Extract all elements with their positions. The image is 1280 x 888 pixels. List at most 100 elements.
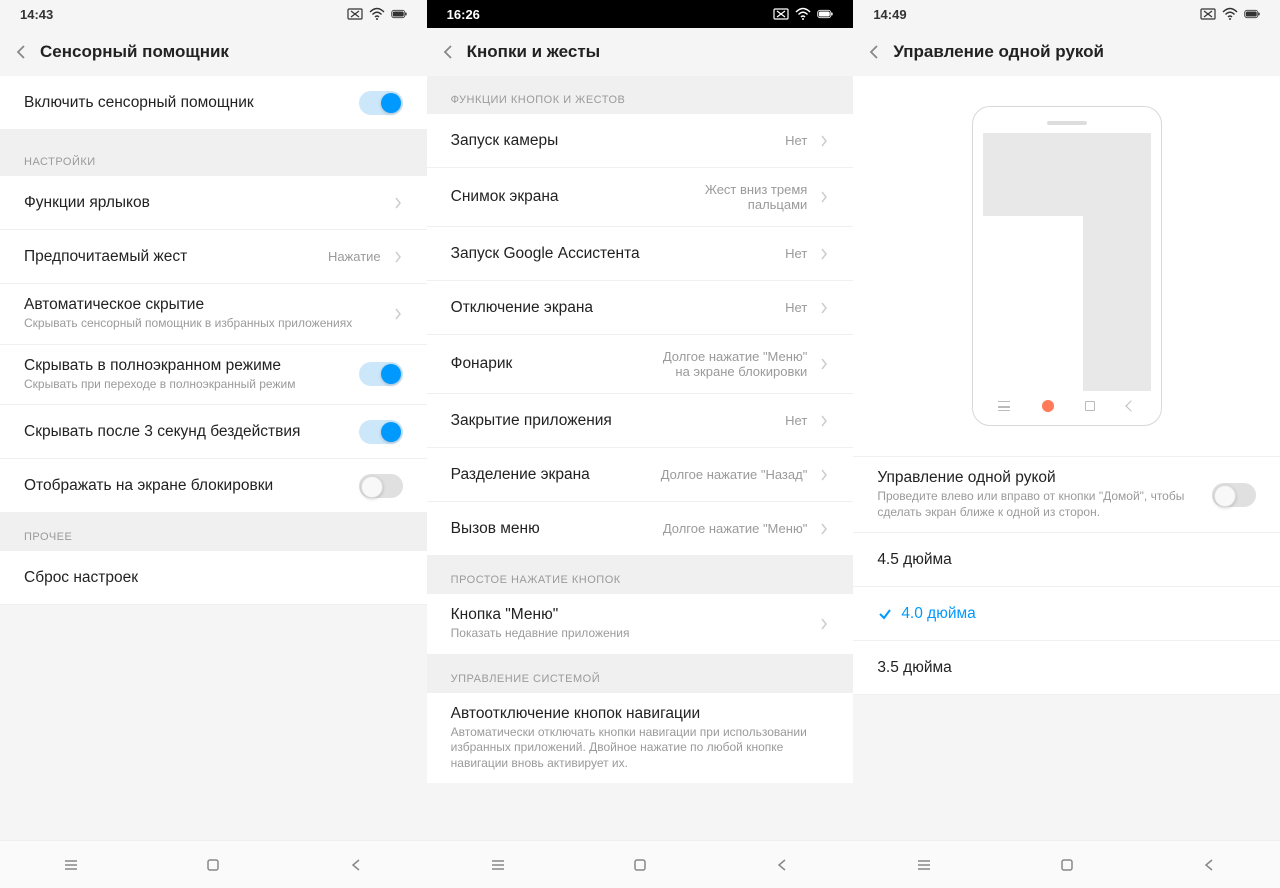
status-bar: 14:49	[853, 0, 1280, 28]
status-icons	[773, 7, 833, 21]
battery-icon	[817, 7, 833, 21]
status-time: 14:49	[873, 7, 906, 22]
hide-3sec-row[interactable]: Скрывать после 3 секунд бездействия	[0, 405, 427, 459]
chevron-right-icon	[819, 467, 829, 483]
nav-bar	[853, 840, 1280, 888]
row-label: Управление одной рукой	[877, 469, 1212, 487]
row-label: Скрывать после 3 секунд бездействия	[24, 423, 359, 441]
one-handed-toggle[interactable]	[1212, 483, 1256, 507]
auto-hide-row[interactable]: Автоматическое скрытие Скрывать сенсорны…	[0, 284, 427, 345]
preferred-gesture-row[interactable]: Предпочитаемый жест Нажатие	[0, 230, 427, 284]
row-label: Запуск камеры	[451, 132, 786, 150]
row-value: Нажатие	[328, 249, 381, 264]
chevron-right-icon	[819, 356, 829, 372]
status-time: 16:26	[447, 7, 480, 22]
chevron-right-icon	[819, 189, 829, 205]
hide-fullscreen-toggle[interactable]	[359, 362, 403, 386]
flashlight-row[interactable]: Фонарик Долгое нажатие "Меню" на экране …	[427, 335, 854, 394]
nav-menu-icon[interactable]	[61, 855, 81, 875]
wifi-icon	[1222, 7, 1238, 21]
screenshot-row[interactable]: Снимок экрана Жест вниз тремя пальцами	[427, 168, 854, 227]
row-label: Фонарик	[451, 355, 658, 373]
row-label: Снимок экрана	[451, 188, 658, 206]
back-button[interactable]	[12, 43, 30, 61]
nav-home-icon[interactable]	[630, 855, 650, 875]
sim-disabled-icon	[773, 7, 789, 21]
chevron-right-icon	[393, 195, 403, 211]
row-value: Нет	[785, 300, 807, 315]
chevron-right-icon	[819, 521, 829, 537]
chevron-right-icon	[393, 306, 403, 322]
row-label: Запуск Google Ассистента	[451, 245, 786, 263]
status-time: 14:43	[20, 7, 53, 22]
enable-toggle[interactable]	[359, 91, 403, 115]
nav-bar	[427, 840, 854, 888]
content: ФУНКЦИИ КНОПОК И ЖЕСТОВ Запуск камеры Не…	[427, 76, 854, 840]
section-other: ПРОЧЕЕ	[0, 513, 427, 551]
reset-row[interactable]: Сброс настроек	[0, 551, 427, 605]
status-bar: 14:43	[0, 0, 427, 28]
row-sub: Скрывать сенсорный помощник в избранных …	[24, 316, 389, 332]
enable-touch-assistant-row[interactable]: Включить сенсорный помощник	[0, 76, 427, 130]
nav-menu-icon[interactable]	[488, 855, 508, 875]
battery-icon	[391, 7, 407, 21]
size-3-5-row[interactable]: 3.5 дюйма	[853, 641, 1280, 695]
screen-one-handed: 14:49 Управление одной рукой	[853, 0, 1280, 888]
row-sub: Проведите влево или вправо от кнопки "До…	[877, 489, 1212, 520]
google-assistant-row[interactable]: Запуск Google Ассистента Нет	[427, 227, 854, 281]
nav-home-icon[interactable]	[1057, 855, 1077, 875]
nav-back-icon[interactable]	[1199, 855, 1219, 875]
chevron-right-icon	[819, 300, 829, 316]
show-lockscreen-row[interactable]: Отображать на экране блокировки	[0, 459, 427, 513]
row-label: Вызов меню	[451, 520, 663, 538]
chevron-right-icon	[819, 616, 829, 632]
show-lockscreen-toggle[interactable]	[359, 474, 403, 498]
row-value: Нет	[785, 133, 807, 148]
nav-back-icon[interactable]	[772, 855, 792, 875]
page-title: Сенсорный помощник	[40, 42, 229, 62]
chevron-right-icon	[393, 249, 403, 265]
content: Управление одной рукой Проведите влево и…	[853, 76, 1280, 840]
screen-touch-assistant: 14:43 Сенсорный помощник Включить сенсор…	[0, 0, 427, 888]
one-handed-toggle-row[interactable]: Управление одной рукой Проведите влево и…	[853, 457, 1280, 533]
row-sub: Показать недавние приложения	[451, 626, 816, 642]
nav-home-icon[interactable]	[203, 855, 223, 875]
section-system: УПРАВЛЕНИЕ СИСТЕМОЙ	[427, 655, 854, 693]
nav-menu-icon[interactable]	[914, 855, 934, 875]
hide-fullscreen-row[interactable]: Скрывать в полноэкранном режиме Скрывать…	[0, 345, 427, 406]
content: Включить сенсорный помощник НАСТРОЙКИ Фу…	[0, 76, 427, 840]
shortcut-functions-row[interactable]: Функции ярлыков	[0, 176, 427, 230]
row-label: Функции ярлыков	[24, 194, 389, 212]
nav-back-icon[interactable]	[346, 855, 366, 875]
row-label: Отображать на экране блокировки	[24, 477, 359, 495]
split-screen-row[interactable]: Разделение экрана Долгое нажатие "Назад"	[427, 448, 854, 502]
menu-call-row[interactable]: Вызов меню Долгое нажатие "Меню"	[427, 502, 854, 556]
row-label: Отключение экрана	[451, 299, 786, 317]
row-label: Автоотключение кнопок навигации	[451, 705, 830, 723]
one-handed-illustration	[853, 76, 1280, 457]
header: Кнопки и жесты	[427, 28, 854, 76]
menu-button-row[interactable]: Кнопка "Меню" Показать недавние приложен…	[427, 594, 854, 655]
wifi-icon	[795, 7, 811, 21]
size-4-0-row[interactable]: 4.0 дюйма	[853, 587, 1280, 641]
header: Управление одной рукой	[853, 28, 1280, 76]
page-title: Управление одной рукой	[893, 42, 1104, 62]
auto-disable-nav-row[interactable]: Автоотключение кнопок навигации Автомати…	[427, 693, 854, 784]
row-value: Жест вниз тремя пальцами	[657, 182, 807, 212]
row-label: 4.5 дюйма	[877, 551, 1256, 569]
screen-off-row[interactable]: Отключение экрана Нет	[427, 281, 854, 335]
close-app-row[interactable]: Закрытие приложения Нет	[427, 394, 854, 448]
row-label: 3.5 дюйма	[877, 659, 1256, 677]
row-label: Предпочитаемый жест	[24, 248, 328, 266]
row-label: Кнопка "Меню"	[451, 606, 816, 624]
sim-disabled-icon	[1200, 7, 1216, 21]
launch-camera-row[interactable]: Запуск камеры Нет	[427, 114, 854, 168]
battery-icon	[1244, 7, 1260, 21]
back-button[interactable]	[865, 43, 883, 61]
status-icons	[347, 7, 407, 21]
size-4-5-row[interactable]: 4.5 дюйма	[853, 533, 1280, 587]
row-value: Долгое нажатие "Меню"	[663, 521, 807, 536]
back-button[interactable]	[439, 43, 457, 61]
row-label: Автоматическое скрытие	[24, 296, 389, 314]
hide-3sec-toggle[interactable]	[359, 420, 403, 444]
